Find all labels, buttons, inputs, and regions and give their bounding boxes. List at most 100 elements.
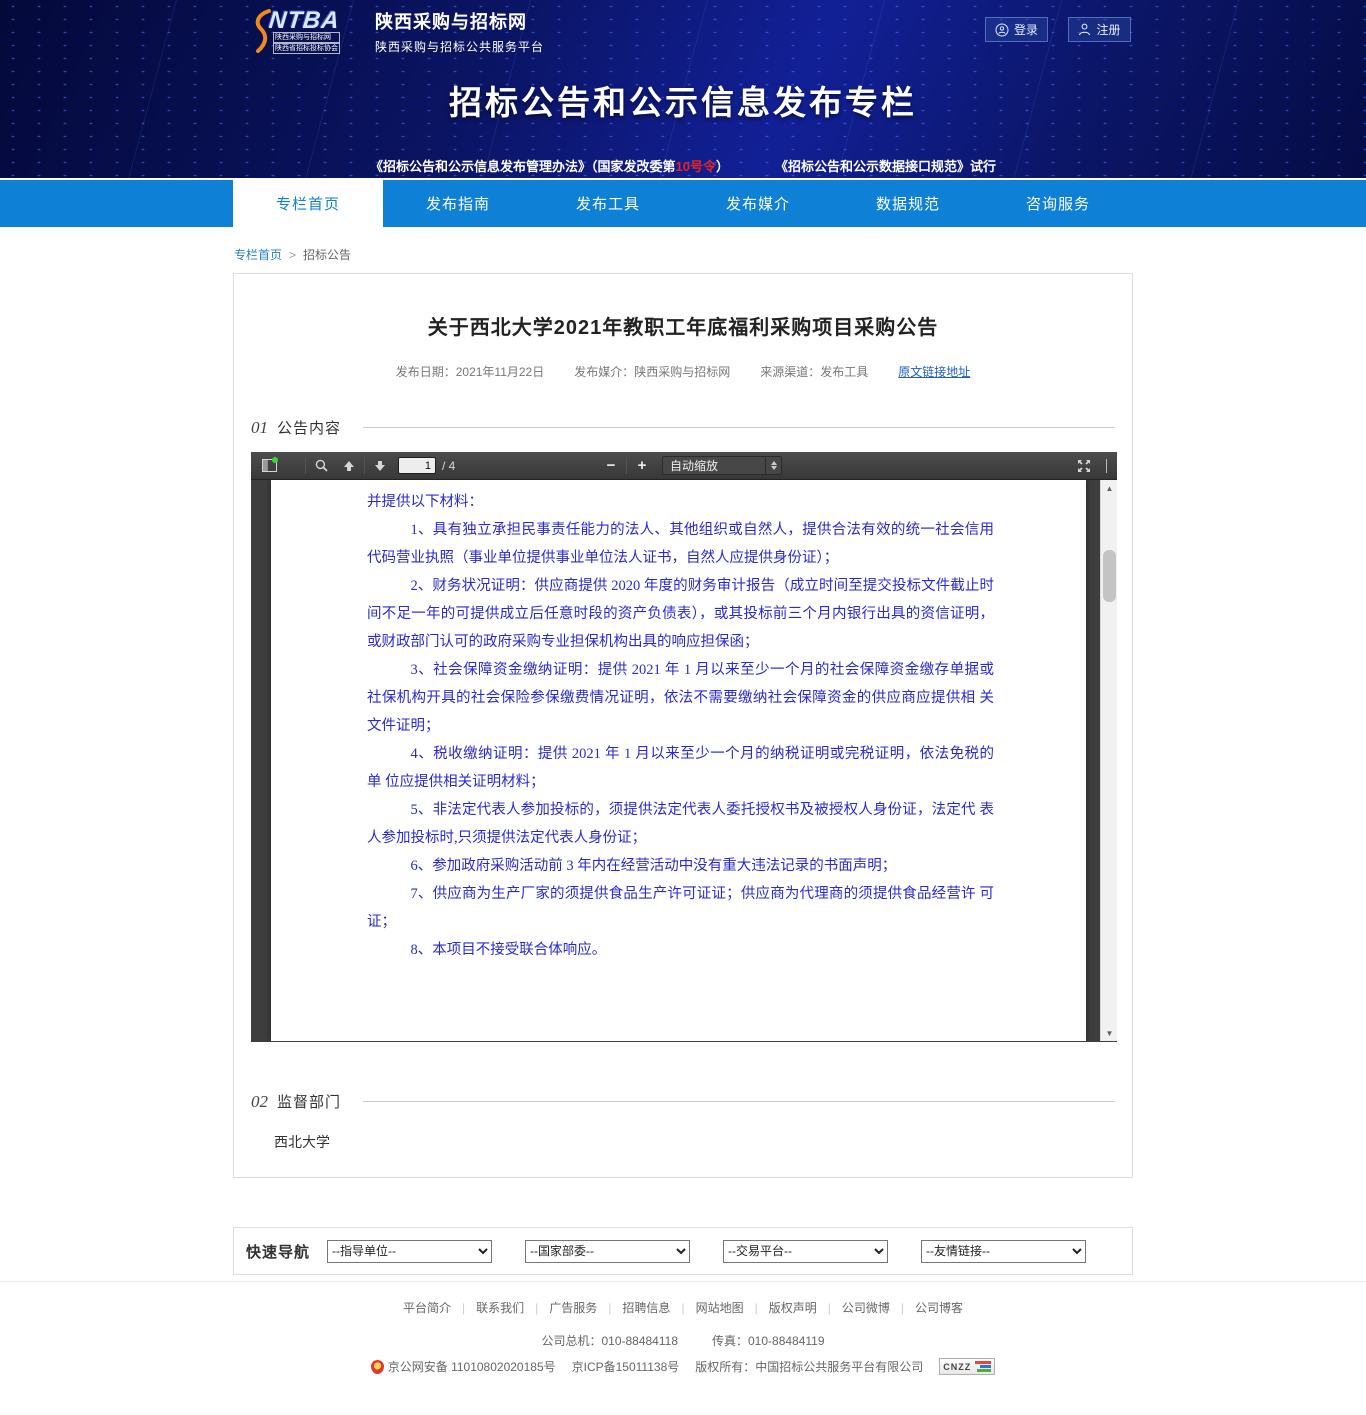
article-title: 关于西北大学2021年教职工年底福利采购项目采购公告 <box>251 274 1115 340</box>
pdf-scrollbar[interactable]: ▲ ▼ <box>1100 480 1117 1041</box>
footer-link-platform-intro[interactable]: 平台简介 <box>403 1299 451 1316</box>
pdf-page-total: / 4 <box>442 459 455 473</box>
tab-publish-media[interactable]: 发布媒介 <box>683 180 833 227</box>
footer-link-separator: | <box>755 1301 758 1315</box>
pdf-body: 并提供以下材料： 1、具有独立承担民事责任能力的法人、其他组织或自然人，提供合法… <box>251 480 1117 1041</box>
footer-link-copyright-statement[interactable]: 版权声明 <box>769 1299 817 1316</box>
login-button[interactable]: 登录 <box>985 17 1048 42</box>
arrow-down-icon <box>374 460 386 472</box>
pdf-paragraph: 6、参加政府采购活动前 3 年内在经营活动中没有重大违法记录的书面声明； <box>367 852 994 880</box>
footer-link-recruit-info[interactable]: 招聘信息 <box>622 1299 670 1316</box>
pdf-paragraph: 8、本项目不接受联合体响应。 <box>367 936 994 964</box>
arrow-up-icon <box>343 460 355 472</box>
pdf-paragraph: 3、社会保障资金缴纳证明：提供 2021 年 1 月以来至少一个月的社会保障资金… <box>367 656 994 740</box>
site-names: 陕西采购与招标网 陕西采购与招标公共服务平台 <box>375 8 544 55</box>
section1-number: 01 <box>251 418 268 438</box>
pdf-toolbar: / 4 − + 自动缩放 <box>251 452 1117 480</box>
search-icon <box>315 459 328 472</box>
pdf-sidebar-toggle-button[interactable] <box>257 455 281 477</box>
register-button[interactable]: 注册 <box>1068 17 1131 42</box>
logo-small-line2: 陕西省招标投标协会 <box>273 43 340 54</box>
breadcrumb-home-link[interactable]: 专栏首页 <box>234 246 282 263</box>
friendly-links-select[interactable]: --友情链接-- <box>921 1240 1086 1263</box>
banner-sub-part3: 《招标公告和公示数据接口规范》试行 <box>775 159 996 174</box>
pdf-zoom-controls: − + 自动缩放 <box>599 455 782 477</box>
register-label: 注册 <box>1096 21 1120 38</box>
pdf-zoom-out-button[interactable]: − <box>599 455 623 477</box>
header-top: NTBA 陕西采购与招标网 陕西省招标投标协会 陕西采购与招标网 陕西采购与招标… <box>0 0 1366 62</box>
banner-title: 招标公告和公示信息发布专栏 <box>0 76 1366 124</box>
toolbar-caret-mark <box>1106 459 1107 473</box>
footer-legal: 京公网安备 11010802020185号 京ICP备15011138号 版权所… <box>0 1358 1366 1375</box>
tab-data-spec[interactable]: 数据规范 <box>833 180 983 227</box>
footer-link-sitemap[interactable]: 网站地图 <box>696 1299 744 1316</box>
gongan-beian-link[interactable]: 京公网安备 11010802020185号 <box>371 1358 556 1375</box>
tab-publish-guide[interactable]: 发布指南 <box>383 180 533 227</box>
site-logo[interactable]: NTBA 陕西采购与招标网 陕西省招标投标协会 陕西采购与招标网 陕西采购与招标… <box>253 7 544 55</box>
quick-nav-label: 快速导航 <box>246 1241 310 1262</box>
pdf-zoom-select[interactable]: 自动缩放 <box>662 456 782 475</box>
trading-platform-select[interactable]: --交易平台-- <box>723 1240 888 1263</box>
footer-links: 平台简介 | 联系我们 | 广告服务 | 招聘信息 | 网站地图 | 版权声明 … <box>0 1299 1366 1316</box>
pdf-zoom-value: 自动缩放 <box>670 457 765 474</box>
footer-contact: 公司总机：010-88484118 传真：010-88484119 <box>0 1332 1366 1349</box>
pdf-paragraph: 4、税收缴纳证明：提供 2021 年 1 月以来至少一个月的纳税证明或完税证明，… <box>367 740 994 796</box>
minus-icon: − <box>607 457 616 474</box>
banner-sub-red: 10号令 <box>676 159 716 174</box>
page-footer: 平台简介 | 联系我们 | 广告服务 | 招聘信息 | 网站地图 | 版权声明 … <box>0 1281 1366 1375</box>
tab-column-home[interactable]: 专栏首页 <box>233 180 383 227</box>
origin-link[interactable]: 原文链接地址 <box>898 363 970 380</box>
footer-copyright: 版权所有：中国招标公共服务平台有限公司 <box>695 1358 923 1375</box>
national-ministries-select[interactable]: --国家部委-- <box>525 1240 690 1263</box>
scroll-up-arrow[interactable]: ▲ <box>1101 480 1117 496</box>
site-subtitle: 陕西采购与招标公共服务平台 <box>375 38 544 55</box>
banner-sub-part1: 《招标公告和公示信息发布管理办法》（国家发改委第 <box>370 159 676 174</box>
tab-publish-tools[interactable]: 发布工具 <box>533 180 683 227</box>
section2-title: 监督部门 <box>277 1091 341 1112</box>
plus-icon: + <box>638 457 647 474</box>
guide-unit-select[interactable]: --指导单位-- <box>327 1240 492 1263</box>
scroll-down-arrow[interactable]: ▼ <box>1101 1025 1117 1041</box>
footer-link-separator: | <box>535 1301 538 1315</box>
logo-small-text: 陕西采购与招标网 陕西省招标投标协会 <box>273 32 340 54</box>
cnzz-bars-icon <box>975 1361 991 1372</box>
footer-fax: 传真：010-88484119 <box>712 1332 825 1349</box>
breadcrumb-current: 招标公告 <box>303 246 351 263</box>
tab-consult-service[interactable]: 咨询服务 <box>983 180 1133 227</box>
icp-beian-link[interactable]: 京ICP备15011138号 <box>572 1358 680 1375</box>
footer-link-ad-service[interactable]: 广告服务 <box>549 1299 597 1316</box>
meta-publish-date: 发布日期：2021年11月22日 <box>396 363 545 380</box>
cnzz-label: CNZZ <box>943 1362 971 1372</box>
pdf-page-down-button[interactable] <box>368 455 392 477</box>
section-supervisor-header: 02 监督部门 <box>251 1091 1115 1112</box>
pdf-paragraph: 2、财务状况证明：供应商提供 2020 年度的财务审计报告（成立时间至提交投标文… <box>367 572 994 656</box>
fullscreen-icon <box>1077 459 1091 473</box>
article-meta: 发布日期：2021年11月22日 发布媒介：陕西采购与招标网 来源渠道：发布工具… <box>251 363 1115 380</box>
logo-small-line1: 陕西采购与招标网 <box>273 32 340 43</box>
login-label: 登录 <box>1014 21 1038 38</box>
pdf-page-number-input[interactable] <box>398 457 436 474</box>
pdf-zoom-in-button[interactable]: + <box>630 455 654 477</box>
footer-link-blog[interactable]: 公司博客 <box>915 1299 963 1316</box>
footer-link-separator: | <box>462 1301 465 1315</box>
footer-link-contact-us[interactable]: 联系我们 <box>476 1299 524 1316</box>
toolbar-separator <box>305 458 306 474</box>
pdf-presentation-button[interactable] <box>1072 455 1096 477</box>
scrollbar-thumb[interactable] <box>1103 550 1116 602</box>
footer-link-separator: | <box>608 1301 611 1315</box>
footer-phone: 公司总机：010-88484118 <box>541 1332 678 1349</box>
pdf-paragraph: 并提供以下材料： <box>367 488 994 516</box>
pdf-toolbar-right <box>1072 455 1107 477</box>
banner-subtitle: 《招标公告和公示信息发布管理办法》（国家发改委第10号令）《招标公告和公示数据接… <box>0 156 1366 175</box>
breadcrumb: 专栏首页 > 招标公告 <box>234 246 1366 263</box>
pdf-paragraph: 5、非法定代表人参加投标的，须提供法定代表人委托授权书及被授权人身份证，法定代 … <box>367 796 994 852</box>
logo-brand-text: NTBA <box>268 7 342 35</box>
footer-link-weibo[interactable]: 公司微博 <box>842 1299 890 1316</box>
meta-media: 发布媒介：陕西采购与招标网 <box>574 363 730 380</box>
pdf-page-up-button[interactable] <box>337 455 361 477</box>
cnzz-stats-badge[interactable]: CNZZ <box>939 1358 995 1375</box>
police-badge-icon <box>371 1360 384 1374</box>
section-announcement-header: 01 公告内容 <box>251 417 1115 438</box>
section2-divider <box>363 1101 1115 1102</box>
pdf-search-button[interactable] <box>309 455 333 477</box>
